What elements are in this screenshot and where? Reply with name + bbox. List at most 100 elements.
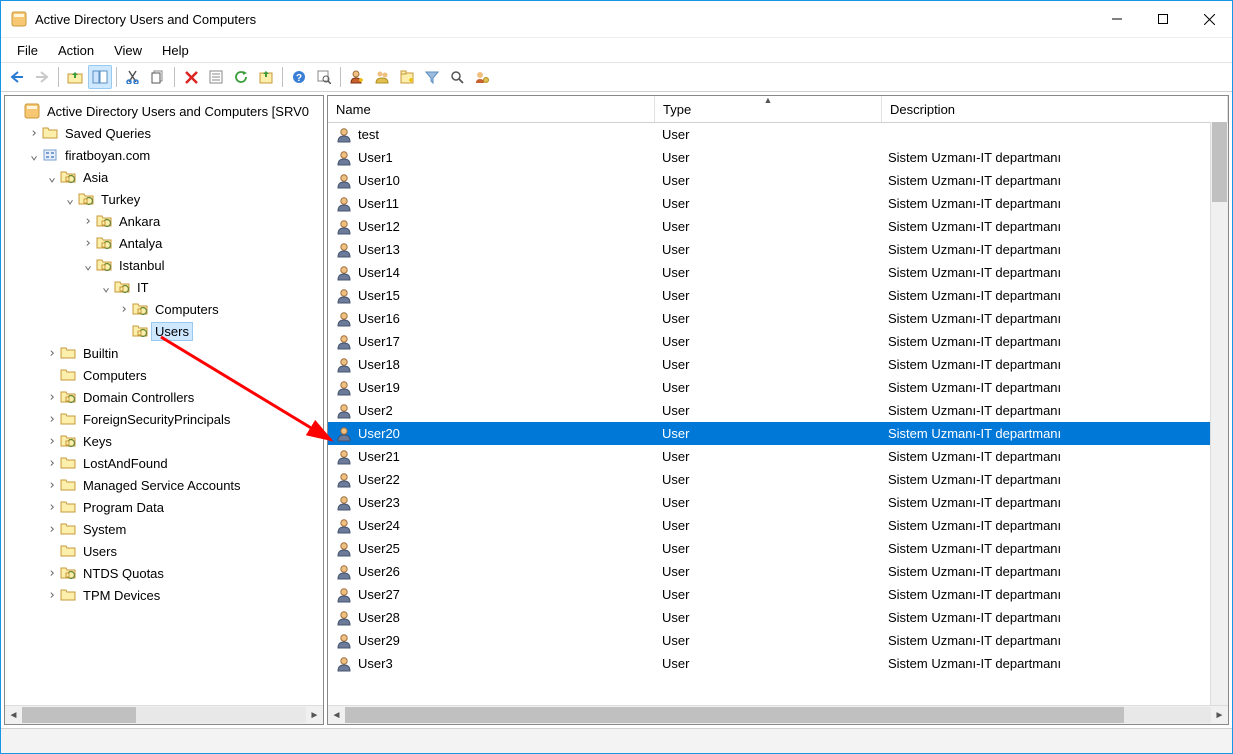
tree-item[interactable]: ›Antalya xyxy=(5,232,323,254)
tree-item[interactable]: ›Program Data xyxy=(5,496,323,518)
delete-icon[interactable] xyxy=(179,65,203,89)
tree-item[interactable]: ›TPM Devices xyxy=(5,584,323,606)
tree-item[interactable]: ⌄firatboyan.com xyxy=(5,144,323,166)
column-type[interactable]: Type▲ xyxy=(655,96,882,122)
list-row[interactable]: User14UserSistem Uzmanı-IT departmanı xyxy=(328,261,1228,284)
expand-icon[interactable]: ⌄ xyxy=(63,192,77,207)
menu-action[interactable]: Action xyxy=(48,41,104,60)
new-group-icon[interactable] xyxy=(370,65,394,89)
help-icon[interactable]: ? xyxy=(287,65,311,89)
expand-icon[interactable]: › xyxy=(45,478,59,493)
list-row[interactable]: User23UserSistem Uzmanı-IT departmanı xyxy=(328,491,1228,514)
properties-icon[interactable] xyxy=(204,65,228,89)
list-row[interactable]: User18UserSistem Uzmanı-IT departmanı xyxy=(328,353,1228,376)
expand-icon[interactable]: ⌄ xyxy=(45,170,59,185)
expand-icon[interactable]: › xyxy=(45,456,59,471)
tree-item[interactable]: ›LostAndFound xyxy=(5,452,323,474)
expand-icon[interactable]: › xyxy=(45,346,59,361)
up-one-level-icon[interactable] xyxy=(63,65,87,89)
expand-icon[interactable]: › xyxy=(45,566,59,581)
list-row[interactable]: User28UserSistem Uzmanı-IT departmanı xyxy=(328,606,1228,629)
column-name[interactable]: Name xyxy=(328,96,655,122)
tree-item[interactable]: Users xyxy=(5,540,323,562)
list-row[interactable]: testUser xyxy=(328,123,1228,146)
expand-icon[interactable]: › xyxy=(45,500,59,515)
find-icon[interactable] xyxy=(312,65,336,89)
list-row[interactable]: User25UserSistem Uzmanı-IT departmanı xyxy=(328,537,1228,560)
list-row[interactable]: User19UserSistem Uzmanı-IT departmanı xyxy=(328,376,1228,399)
expand-icon[interactable]: ⌄ xyxy=(99,280,113,295)
list-row[interactable]: User21UserSistem Uzmanı-IT departmanı xyxy=(328,445,1228,468)
tree-item[interactable]: Computers xyxy=(5,364,323,386)
expand-icon[interactable]: › xyxy=(45,390,59,405)
tree-item[interactable]: ›Managed Service Accounts xyxy=(5,474,323,496)
close-button[interactable] xyxy=(1186,1,1232,37)
tree-item[interactable]: ›Builtin xyxy=(5,342,323,364)
list-row[interactable]: User10UserSistem Uzmanı-IT departmanı xyxy=(328,169,1228,192)
list-row[interactable]: User29UserSistem Uzmanı-IT departmanı xyxy=(328,629,1228,652)
expand-icon[interactable]: › xyxy=(81,214,95,229)
find-objects-icon[interactable] xyxy=(445,65,469,89)
list-row[interactable]: User22UserSistem Uzmanı-IT departmanı xyxy=(328,468,1228,491)
list-row[interactable]: User24UserSistem Uzmanı-IT departmanı xyxy=(328,514,1228,537)
expand-icon[interactable]: › xyxy=(45,412,59,427)
tree-item[interactable]: ›Keys xyxy=(5,430,323,452)
list-vertical-scrollbar[interactable] xyxy=(1210,122,1228,706)
tree-item[interactable]: Active Directory Users and Computers [SR… xyxy=(5,100,323,122)
tree-item[interactable]: ⌄Turkey xyxy=(5,188,323,210)
tree-item[interactable]: ›System xyxy=(5,518,323,540)
expand-icon[interactable]: › xyxy=(81,236,95,251)
list-row[interactable]: User20UserSistem Uzmanı-IT departmanı xyxy=(328,422,1228,445)
list-row[interactable]: User27UserSistem Uzmanı-IT departmanı xyxy=(328,583,1228,606)
tree-item[interactable]: ›Computers xyxy=(5,298,323,320)
list-row[interactable]: User13UserSistem Uzmanı-IT departmanı xyxy=(328,238,1228,261)
column-description[interactable]: Description xyxy=(882,96,1228,122)
list-row[interactable]: User12UserSistem Uzmanı-IT departmanı xyxy=(328,215,1228,238)
list-horizontal-scrollbar[interactable]: ◄ ► xyxy=(328,705,1228,724)
expand-icon[interactable]: ⌄ xyxy=(27,148,41,163)
forward-button[interactable] xyxy=(30,65,54,89)
expand-icon[interactable]: › xyxy=(45,522,59,537)
tree-view[interactable]: Active Directory Users and Computers [SR… xyxy=(5,96,323,705)
copy-icon[interactable] xyxy=(146,65,170,89)
expand-icon[interactable]: › xyxy=(117,302,131,317)
tree-item[interactable]: ›ForeignSecurityPrincipals xyxy=(5,408,323,430)
list-row[interactable]: User17UserSistem Uzmanı-IT departmanı xyxy=(328,330,1228,353)
list-row[interactable]: User16UserSistem Uzmanı-IT departmanı xyxy=(328,307,1228,330)
title-bar[interactable]: Active Directory Users and Computers xyxy=(1,1,1232,38)
tree-item[interactable]: ›Domain Controllers xyxy=(5,386,323,408)
maximize-button[interactable] xyxy=(1140,1,1186,37)
list-body[interactable]: testUserUser1UserSistem Uzmanı-IT depart… xyxy=(328,123,1228,705)
expand-icon[interactable]: ⌄ xyxy=(81,258,95,273)
new-user-icon[interactable] xyxy=(345,65,369,89)
menu-file[interactable]: File xyxy=(7,41,48,60)
menu-help[interactable]: Help xyxy=(152,41,199,60)
tree-item[interactable]: ›Ankara xyxy=(5,210,323,232)
expand-icon[interactable]: › xyxy=(27,126,41,141)
new-ou-icon[interactable] xyxy=(395,65,419,89)
filter-icon[interactable] xyxy=(420,65,444,89)
expand-icon[interactable]: › xyxy=(45,588,59,603)
list-row[interactable]: User11UserSistem Uzmanı-IT departmanı xyxy=(328,192,1228,215)
minimize-button[interactable] xyxy=(1094,1,1140,37)
list-row[interactable]: User26UserSistem Uzmanı-IT departmanı xyxy=(328,560,1228,583)
list-row[interactable]: User3UserSistem Uzmanı-IT departmanı xyxy=(328,652,1228,675)
add-to-group-icon[interactable] xyxy=(470,65,494,89)
menu-view[interactable]: View xyxy=(104,41,152,60)
tree-item[interactable]: ›Saved Queries xyxy=(5,122,323,144)
export-list-icon[interactable] xyxy=(254,65,278,89)
show-hide-tree-icon[interactable] xyxy=(88,65,112,89)
tree-horizontal-scrollbar[interactable]: ◄ ► xyxy=(5,705,323,724)
list-row[interactable]: User15UserSistem Uzmanı-IT departmanı xyxy=(328,284,1228,307)
refresh-icon[interactable] xyxy=(229,65,253,89)
expand-icon[interactable]: › xyxy=(45,434,59,449)
list-row[interactable]: User1UserSistem Uzmanı-IT departmanı xyxy=(328,146,1228,169)
tree-item[interactable]: ⌄Istanbul xyxy=(5,254,323,276)
tree-item[interactable]: Users xyxy=(5,320,323,342)
back-button[interactable] xyxy=(5,65,29,89)
tree-item[interactable]: ⌄IT xyxy=(5,276,323,298)
tree-item[interactable]: ›NTDS Quotas xyxy=(5,562,323,584)
tree-item[interactable]: ⌄Asia xyxy=(5,166,323,188)
cut-icon[interactable] xyxy=(121,65,145,89)
list-row[interactable]: User2UserSistem Uzmanı-IT departmanı xyxy=(328,399,1228,422)
